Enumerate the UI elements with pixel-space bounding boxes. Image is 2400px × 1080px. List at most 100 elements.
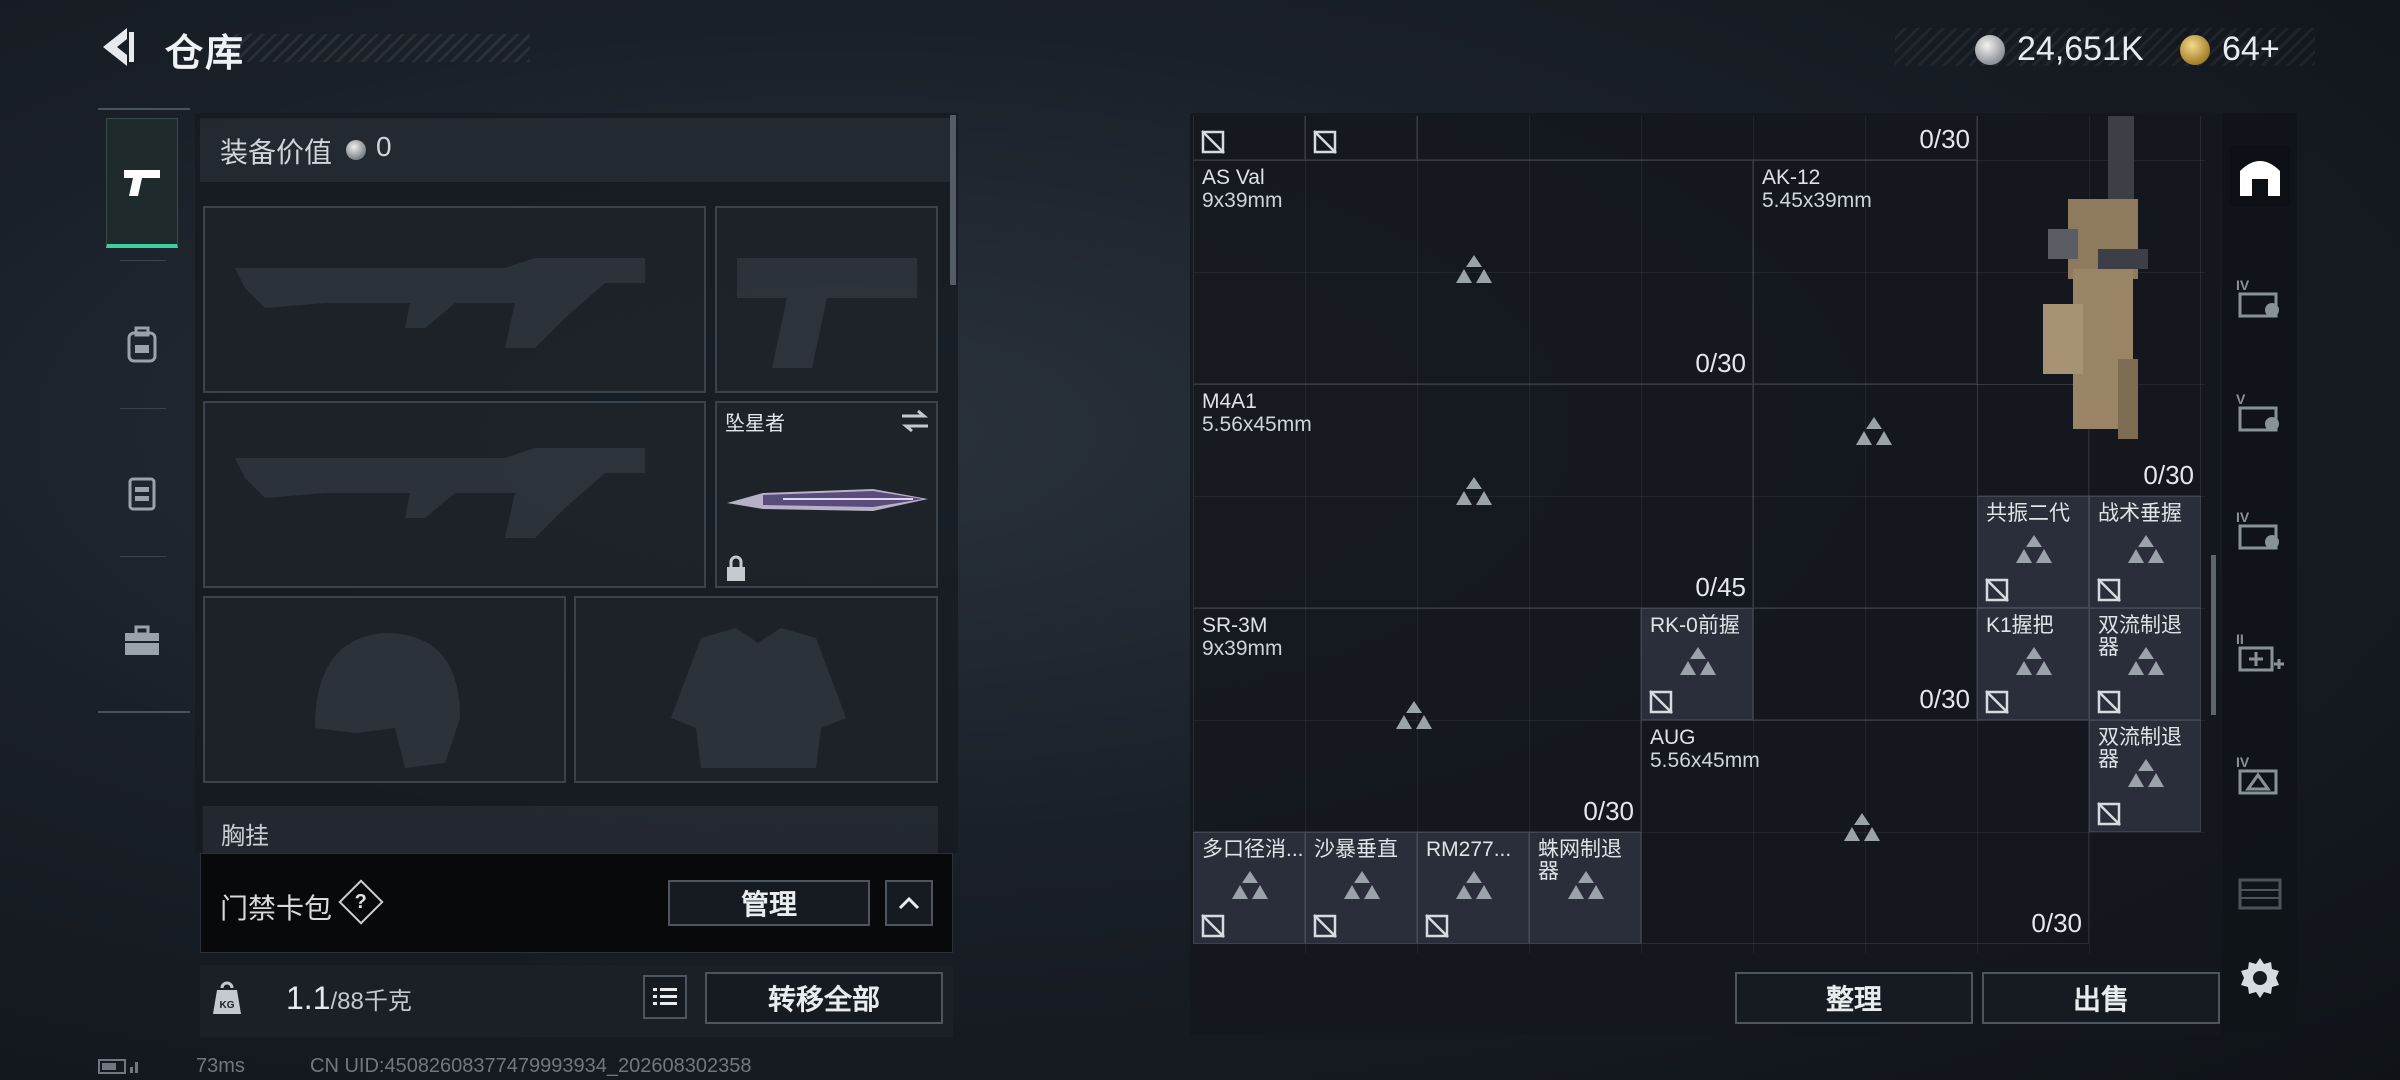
placeholder-triangle-icon	[2128, 759, 2164, 787]
storage-tab-2[interactable]: V	[2230, 382, 2290, 442]
attachment-name: RK-0前握	[1650, 614, 1740, 637]
placeholder-triangle-icon	[2016, 535, 2052, 563]
attachment-item-8[interactable]: 沙暴垂直	[1305, 832, 1417, 944]
placeholder-triangle-icon	[1344, 871, 1380, 899]
weapon-caliber: 5.56x45mm	[1202, 413, 1312, 436]
ammo-count: 0/30	[2143, 460, 2194, 490]
weapon-name: AUG	[1650, 726, 1696, 749]
storage-scrollbar[interactable]	[2211, 555, 2216, 715]
pistol-icon	[124, 169, 160, 196]
tab-weapons[interactable]	[106, 118, 178, 248]
placeholder-triangle-icon	[2128, 535, 2164, 563]
page-title: 仓库	[165, 33, 246, 75]
tier-label: IV	[2236, 277, 2250, 293]
tier-label: IV	[2236, 509, 2250, 525]
weapon-name: M4A1	[1202, 390, 1257, 413]
list-view-button[interactable]	[643, 975, 687, 1019]
settings-button[interactable]	[2230, 948, 2290, 1008]
battery-signal-icon	[98, 1059, 138, 1074]
attachment-name: 沙暴垂直	[1314, 838, 1398, 861]
weapon-item-as-val[interactable]: AS Val 9x39mm 0/30	[1193, 160, 1753, 384]
storage-item-partial-weapon[interactable]: 0/30	[1417, 116, 1977, 160]
storage-tab-1[interactable]: IV	[2230, 268, 2290, 328]
tab-backpack[interactable]	[106, 280, 178, 410]
attachment-item-9[interactable]: RM277...	[1417, 832, 1529, 944]
no-link-icon	[1313, 130, 1337, 154]
storage-item-partial[interactable]	[1305, 116, 1417, 160]
storage-box-icon	[2238, 878, 2282, 910]
attachment-item-7[interactable]: 多口径消...	[1193, 832, 1305, 944]
no-link-icon	[1201, 914, 1225, 938]
attachment-item-4[interactable]: 双流制退器	[2089, 608, 2201, 720]
list-icon	[653, 988, 677, 1005]
tier-label: V	[2236, 391, 2246, 407]
sort-button[interactable]: 整理	[1735, 972, 1973, 1024]
gear-icon	[2241, 958, 2279, 998]
weapon-item-m4a1[interactable]: M4A1 5.56x45mm 0/45	[1193, 384, 1753, 608]
equipment-value-amount: 0	[376, 131, 392, 162]
uid-readout: CN UID:45082608377479993934_202608302358	[310, 1055, 752, 1077]
storage-tab-home[interactable]	[2230, 146, 2290, 206]
placeholder-triangle-icon	[1456, 477, 1492, 505]
warehouse-icon	[2240, 161, 2280, 196]
attachment-item-rk-0[interactable]: RK-0前握	[1641, 608, 1753, 720]
helmet-slot[interactable]	[203, 596, 566, 783]
chevron-up-icon	[898, 896, 920, 910]
storage-tab-4[interactable]: II	[2230, 622, 2290, 682]
melee-slot[interactable]: 坠星者	[715, 401, 938, 588]
vest-icon	[128, 477, 156, 511]
swap-icon[interactable]	[900, 409, 930, 433]
attachment-item-5[interactable]: 双流制退器	[2089, 720, 2201, 832]
currency-gold-amount: 64+	[2222, 30, 2280, 68]
placeholder-triangle-icon	[1456, 255, 1492, 283]
ammo-count: 0/30	[1583, 796, 1634, 826]
currency-gold[interactable]: 64+	[2180, 30, 2280, 69]
placeholder-triangle-icon	[1232, 871, 1268, 899]
category-tabs	[98, 108, 190, 713]
expand-button[interactable]	[885, 880, 933, 926]
ping-readout: 73ms	[196, 1055, 245, 1077]
chest-rig-label: 胸挂	[221, 823, 269, 850]
placeholder-triangle-icon	[1856, 417, 1892, 445]
manage-button[interactable]: 管理	[668, 880, 870, 926]
weapon-item-sniper[interactable]: 0/30	[1977, 116, 2201, 496]
storage-box-icon: IV	[2236, 277, 2279, 318]
armor-silhouette-icon	[671, 628, 846, 768]
pistol-slot[interactable]	[715, 206, 938, 393]
placeholder-triangle-icon	[1456, 871, 1492, 899]
storage-tab-6[interactable]	[2230, 862, 2290, 922]
weapon-item-ak-12[interactable]: AK-12 5.45x39mm	[1753, 160, 1977, 384]
tab-vest[interactable]	[106, 428, 178, 558]
currency-silver-amount: 24,651K	[2017, 30, 2144, 68]
attachment-item-3[interactable]: K1握把	[1977, 608, 2089, 720]
attachment-item-2[interactable]: 战术垂握	[2089, 496, 2201, 608]
transfer-all-button[interactable]: 转移全部	[705, 972, 943, 1024]
no-link-icon	[2097, 578, 2121, 602]
knife-icon	[727, 489, 928, 511]
body-armor-slot[interactable]	[574, 596, 938, 783]
back-button[interactable]	[95, 22, 145, 72]
storage-item-partial[interactable]	[1193, 116, 1305, 160]
ammo-count: 0/30	[1695, 348, 1746, 378]
weapon-caliber: 5.56x45mm	[1650, 749, 1760, 772]
weapon-caliber: 9x39mm	[1202, 637, 1283, 660]
attachment-item-1[interactable]: 共振二代	[1977, 496, 2089, 608]
loadout-scrollbar[interactable]	[950, 115, 956, 285]
primary-weapon-slot-2[interactable]	[203, 401, 706, 588]
silver-coin-icon	[346, 140, 366, 160]
storage-tab-5[interactable]: IV	[2230, 745, 2290, 805]
title-decoration	[225, 34, 530, 62]
currency-silver[interactable]: 24,651K	[1975, 30, 2144, 69]
weapon-item-aug[interactable]: AUG 5.56x45mm 0/30	[1641, 720, 2089, 944]
weapon-item-sr-3m[interactable]: SR-3M 9x39mm 0/30	[1193, 608, 1641, 832]
chest-rig-header: 胸挂	[203, 806, 938, 853]
sell-button[interactable]: 出售	[1982, 972, 2220, 1024]
storage-item-empty[interactable]: 0/30	[1753, 608, 1977, 720]
tab-case[interactable]	[106, 576, 178, 706]
storage-tab-3[interactable]: IV	[2230, 500, 2290, 560]
storage-box-icon: IV	[2236, 754, 2278, 795]
weight-current: 1.1	[286, 980, 331, 1016]
attachment-name: K1握把	[1986, 614, 2054, 637]
attachment-item-10[interactable]: 蛛网制退器	[1529, 832, 1641, 944]
primary-weapon-slot-1[interactable]	[203, 206, 706, 393]
